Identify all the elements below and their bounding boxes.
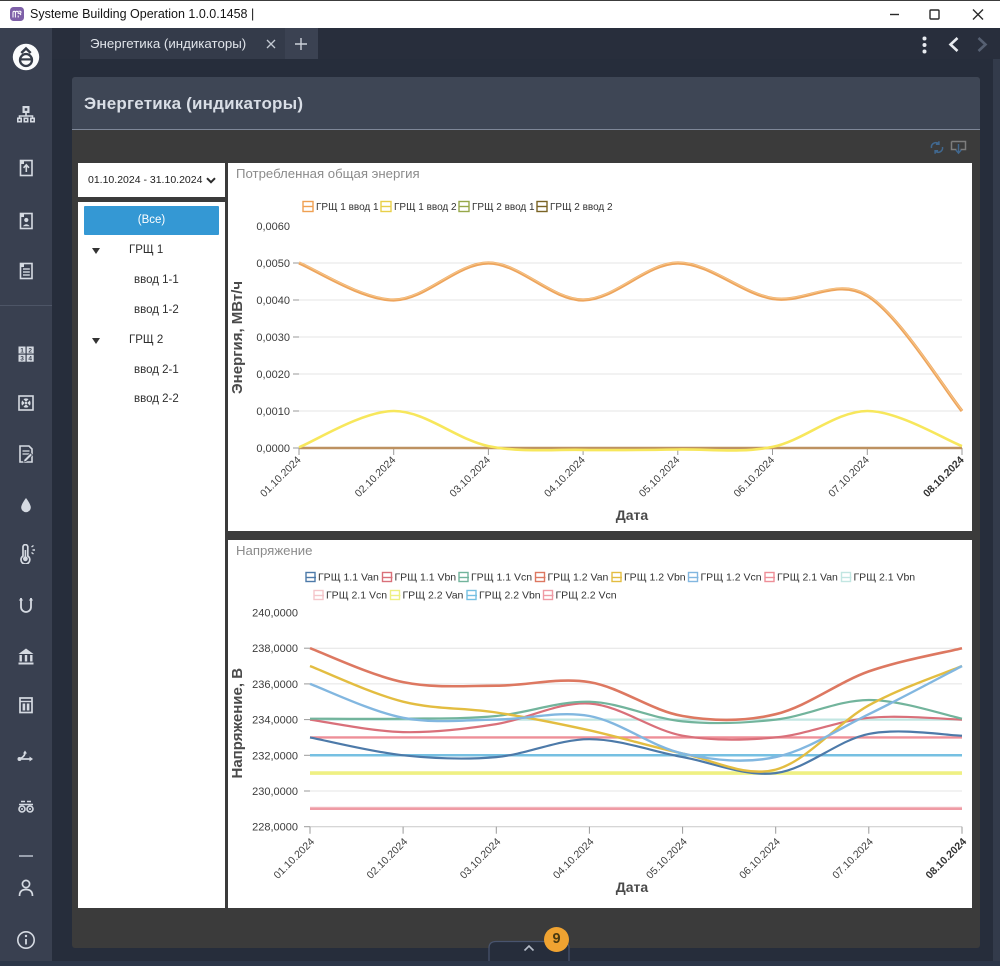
svg-text:ГРЩ 2.1 Vbn: ГРЩ 2.1 Vbn xyxy=(854,572,916,584)
svg-text:4: 4 xyxy=(28,356,32,363)
svg-text:ГРЩ 1.1 Van: ГРЩ 1.1 Van xyxy=(318,572,379,584)
svg-text:ГРЩ 2.1 Vcn: ГРЩ 2.1 Vcn xyxy=(326,590,387,602)
svg-text:ГРЩ 1.2 Vbn: ГРЩ 1.2 Vbn xyxy=(624,572,686,584)
svg-text:ГРЩ 2.2 Vcn: ГРЩ 2.2 Vcn xyxy=(556,590,617,602)
svg-text:3: 3 xyxy=(20,356,24,363)
svg-text:2: 2 xyxy=(28,347,32,354)
svg-text:ГРЩ 1.1 Vbn: ГРЩ 1.1 Vbn xyxy=(395,572,457,584)
svg-text:ГРЩ 1.1 Vcn: ГРЩ 1.1 Vcn xyxy=(471,572,532,584)
svg-text:ГРЩ 2 ввод 2: ГРЩ 2 ввод 2 xyxy=(550,202,613,213)
svg-text:ГРЩ 2.2 Vbn: ГРЩ 2.2 Vbn xyxy=(479,590,541,602)
svg-text:ГРЩ 2 ввод 1: ГРЩ 2 ввод 1 xyxy=(472,202,535,213)
svg-text:ГРЩ 1.2 Van: ГРЩ 1.2 Van xyxy=(548,572,609,584)
svg-text:ГРЩ 1.2 Vcn: ГРЩ 1.2 Vcn xyxy=(701,572,762,584)
svg-text:1: 1 xyxy=(20,347,24,354)
svg-text:ГРЩ 1 ввод 2: ГРЩ 1 ввод 2 xyxy=(394,202,457,213)
svg-text:ГРЩ 1 ввод 1: ГРЩ 1 ввод 1 xyxy=(316,202,379,213)
svg-text:ГРЩ 2.2 Van: ГРЩ 2.2 Van xyxy=(403,590,464,602)
svg-text:ГРЩ 2.1 Van: ГРЩ 2.1 Van xyxy=(777,572,838,584)
